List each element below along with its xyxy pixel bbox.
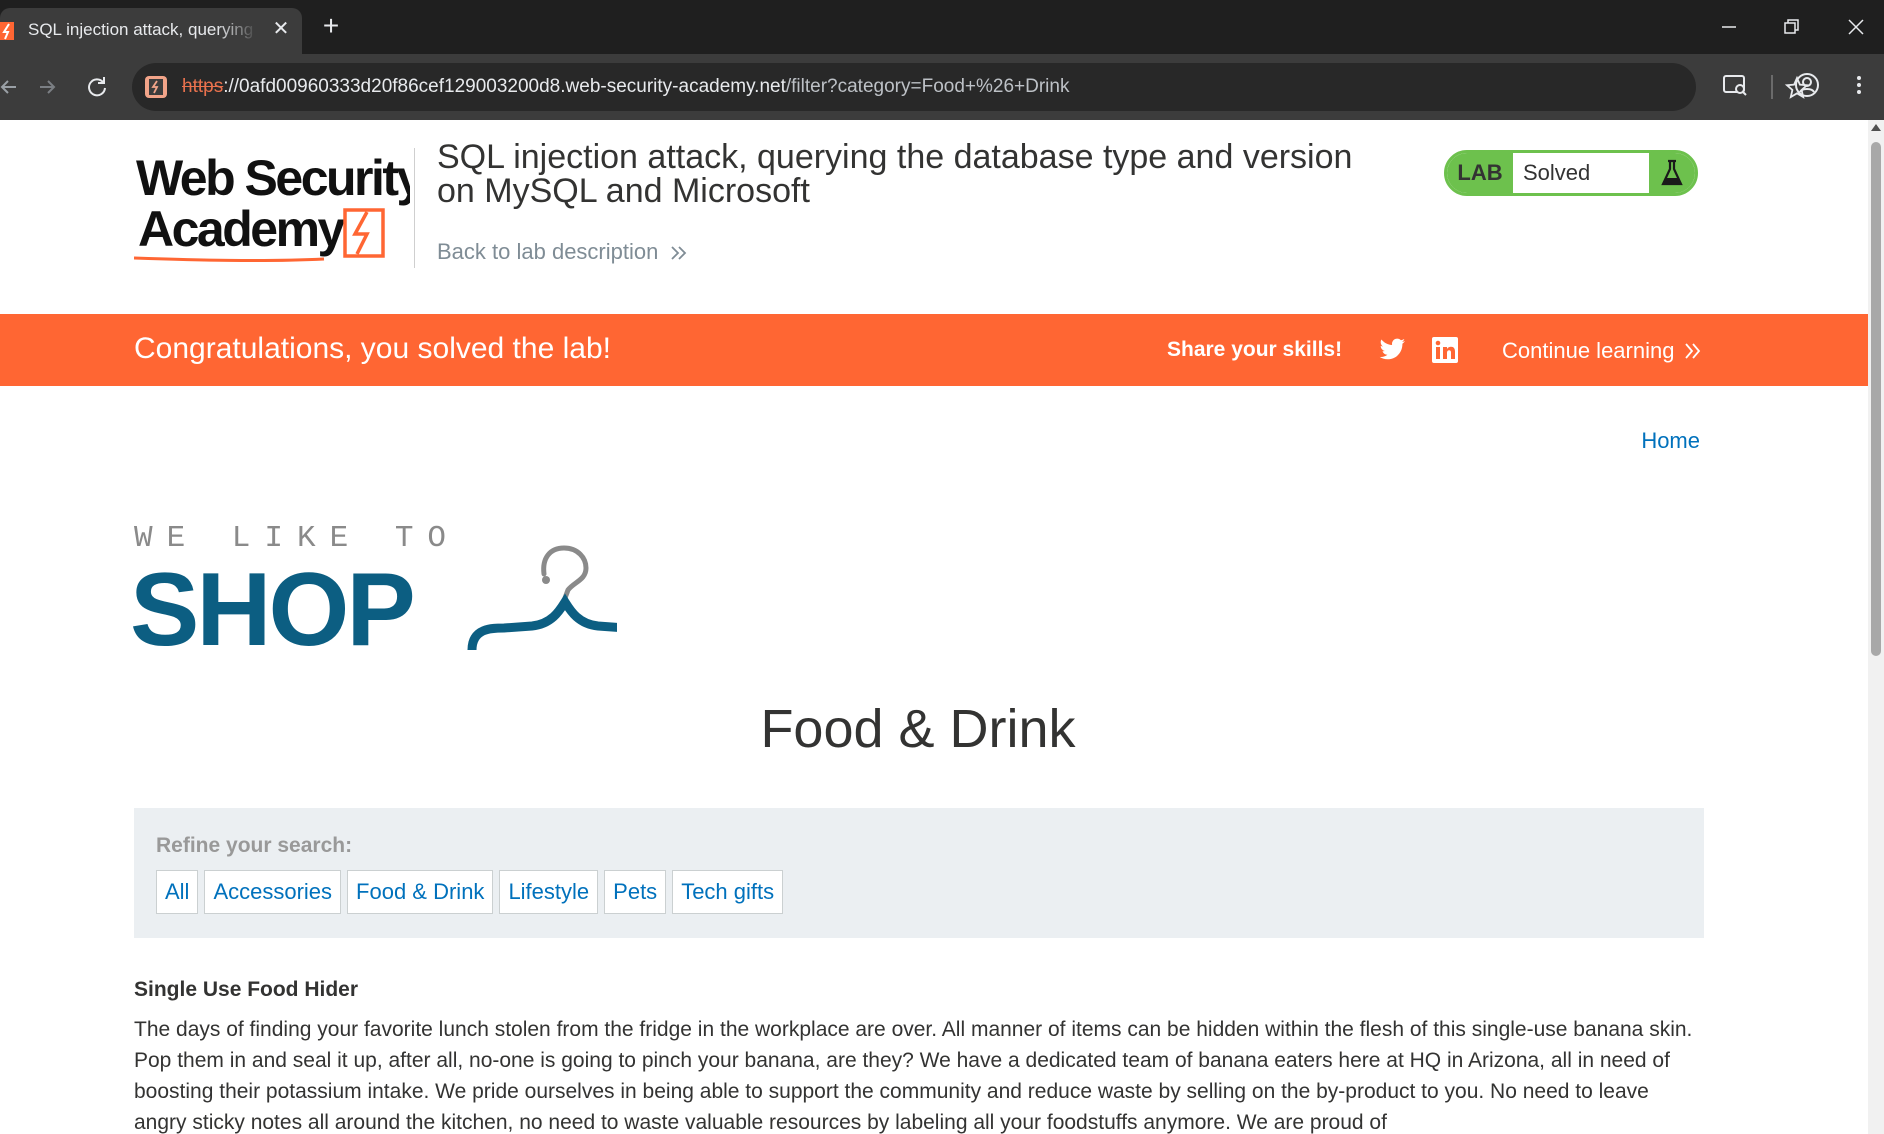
share-skills-label: Share your skills! xyxy=(1167,338,1343,361)
forward-arrow-icon[interactable] xyxy=(30,70,64,104)
academy-header: Web Security Academy SQL injection attac… xyxy=(0,120,1868,314)
shop-logo-word: SHOP xyxy=(132,552,413,660)
home-link[interactable]: Home xyxy=(1641,428,1700,454)
url-scheme: https xyxy=(182,76,224,97)
profile-icon[interactable] xyxy=(1792,70,1822,100)
close-window-icon[interactable] xyxy=(1843,14,1869,40)
restore-window-icon[interactable] xyxy=(1778,14,1804,40)
new-tab-button[interactable]: + xyxy=(318,12,344,42)
twitter-icon[interactable] xyxy=(1378,337,1406,363)
flask-icon xyxy=(1649,153,1695,193)
double-chevron-right-icon xyxy=(671,246,687,260)
filter-all[interactable]: All xyxy=(156,870,199,914)
reload-icon[interactable] xyxy=(80,70,114,104)
site-info-icon[interactable] xyxy=(144,75,168,99)
menu-kebab-icon[interactable] xyxy=(1844,70,1874,100)
cast-search-icon[interactable] xyxy=(1720,70,1750,100)
lab-status-text: Solved xyxy=(1523,160,1591,185)
clothes-hanger-icon xyxy=(467,545,617,651)
linkedin-icon[interactable] xyxy=(1431,336,1459,364)
svg-text:Web Security: Web Security xyxy=(136,150,410,206)
url-text: https://0afd00960333d20f86cef129003200d8… xyxy=(182,76,1069,98)
browser-tab-strip: SQL injection attack, querying the datab… xyxy=(0,0,1884,54)
scrollbar-thumb[interactable] xyxy=(1871,142,1881,656)
toolbar-separator xyxy=(1771,75,1773,99)
back-link-label: Back to lab description xyxy=(437,239,659,264)
continue-learning-link[interactable]: Continue learning xyxy=(1502,338,1674,364)
refine-search-label: Refine your search: xyxy=(156,834,353,857)
browser-toolbar: https://0afd00960333d20f86cef129003200d8… xyxy=(0,54,1884,120)
product-description: The days of finding your favorite lunch … xyxy=(134,1018,1693,1134)
category-filter-list: All Accessories Food & Drink Lifestyle P… xyxy=(156,870,784,914)
filter-lifestyle[interactable]: Lifestyle xyxy=(499,870,599,914)
filter-food-drink[interactable]: Food & Drink xyxy=(347,870,494,914)
web-security-academy-favicon-icon xyxy=(0,22,14,40)
lab-title: SQL injection attack, querying the datab… xyxy=(437,138,1353,210)
svg-text:Academy: Academy xyxy=(138,201,346,257)
lab-badge: LAB xyxy=(1447,153,1513,193)
address-bar[interactable]: https://0afd00960333d20f86cef129003200d8… xyxy=(132,63,1810,111)
filter-accessories[interactable]: Accessories xyxy=(204,870,342,914)
page-scrollbar[interactable] xyxy=(1868,120,1884,1134)
web-security-academy-logo[interactable]: Web Security Academy xyxy=(134,150,410,270)
we-like-to-shop-logo[interactable]: WE LIKE TO SHOP xyxy=(132,510,617,660)
double-chevron-right-icon xyxy=(1685,343,1701,359)
scroll-up-arrow-icon[interactable] xyxy=(1871,124,1881,131)
page-title: Food & Drink xyxy=(760,699,1076,759)
back-arrow-icon[interactable] xyxy=(0,70,26,104)
back-to-lab-description-link[interactable]: Back to lab description xyxy=(437,239,687,265)
page-viewport: Web Security Academy SQL injection attac… xyxy=(0,120,1868,1134)
browser-tab[interactable]: SQL injection attack, querying the datab… xyxy=(0,8,302,54)
filter-tech-gifts[interactable]: Tech gifts xyxy=(672,870,784,914)
header-divider xyxy=(414,148,415,268)
solved-banner: Congratulations, you solved the lab! Sha… xyxy=(0,314,1868,386)
lab-status-widget: LAB Solved xyxy=(1444,150,1698,196)
url-path: /filter?category=Food+%26+Drink xyxy=(785,76,1070,97)
filter-pets[interactable]: Pets xyxy=(604,870,667,914)
filter-panel: Refine your search: All Accessories Food… xyxy=(134,808,1704,938)
minimize-window-icon[interactable] xyxy=(1716,14,1742,40)
url-host: ://0afd00960333d20f86cef129003200d8.web-… xyxy=(223,76,786,97)
tab-close-icon[interactable]: ✕ xyxy=(270,18,292,40)
product-title: Single Use Food Hider xyxy=(134,978,359,1001)
congratulations-message: Congratulations, you solved the lab! xyxy=(134,332,611,365)
tab-title: SQL injection attack, querying the datab… xyxy=(28,20,258,39)
shop-logo-tagline: WE LIKE TO xyxy=(134,521,460,556)
